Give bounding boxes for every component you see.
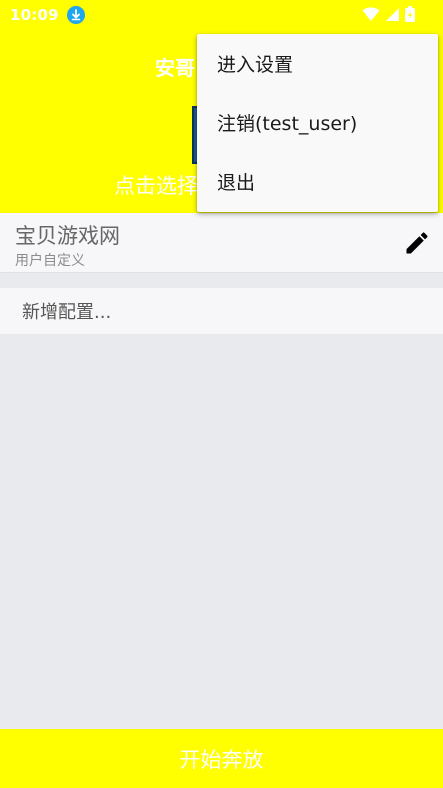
config-subtitle: 用户自定义 xyxy=(15,253,85,269)
select-hint[interactable]: 点击选择 xyxy=(114,170,198,200)
status-bar: 10:09 xyxy=(0,0,443,30)
overflow-menu: 进入设置 注销(test_user) 退出 xyxy=(197,34,438,212)
add-config-button[interactable]: 新增配置... xyxy=(0,288,443,334)
menu-item-settings[interactable]: 进入设置 xyxy=(197,34,438,93)
status-time: 10:09 xyxy=(10,6,59,24)
battery-icon xyxy=(405,6,415,26)
app-title: 安哥 xyxy=(155,56,195,80)
status-icons xyxy=(362,6,415,26)
signal-icon xyxy=(385,7,400,26)
config-item[interactable]: 宝贝游戏网 用户自定义 xyxy=(0,213,443,273)
start-button-label: 开始奔放 xyxy=(179,747,264,772)
start-button[interactable]: 开始奔放 xyxy=(0,729,443,788)
menu-item-exit[interactable]: 退出 xyxy=(197,152,438,211)
menu-item-logout[interactable]: 注销(test_user) xyxy=(197,93,438,152)
download-icon xyxy=(66,6,85,24)
config-name: 宝贝游戏网 xyxy=(15,224,120,248)
wifi-icon xyxy=(362,6,380,26)
add-config-label: 新增配置... xyxy=(22,302,112,323)
app-screen: 10:09 安哥 点击选择 宝贝游戏网 用户自定义 新增配置... 开始奔放 进… xyxy=(0,0,443,788)
edit-icon[interactable] xyxy=(403,229,431,257)
